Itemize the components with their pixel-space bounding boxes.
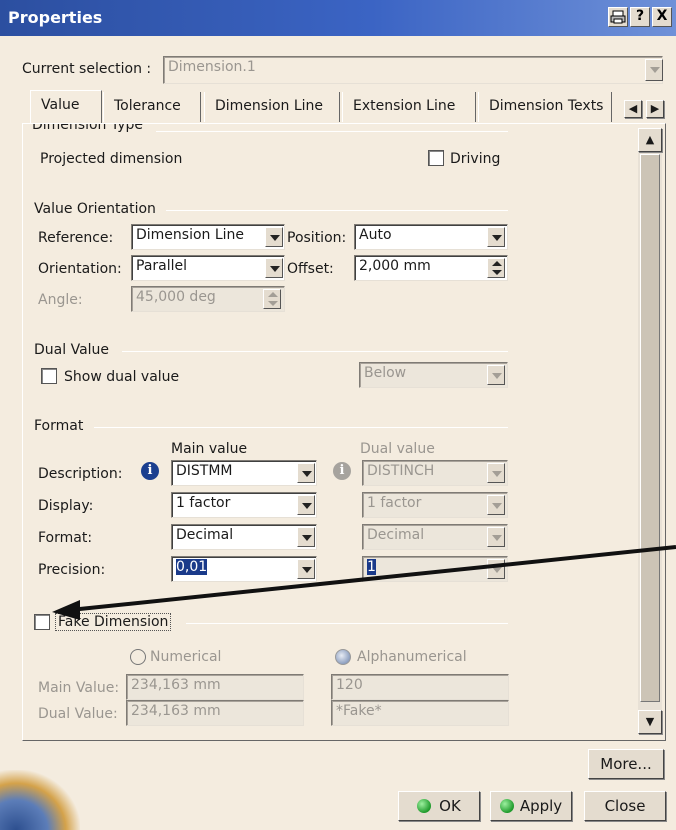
ok-label: OK [439, 797, 461, 815]
apply-button[interactable]: Apply [490, 791, 572, 821]
close-button[interactable]: Close [584, 791, 666, 821]
background-decoration [0, 770, 80, 830]
ok-button[interactable]: OK [398, 791, 480, 821]
more-button[interactable]: More... [588, 749, 664, 779]
apply-label: Apply [519, 797, 563, 815]
annotation-arrow [52, 545, 676, 620]
apply-icon [499, 799, 514, 813]
ok-icon [417, 799, 432, 813]
